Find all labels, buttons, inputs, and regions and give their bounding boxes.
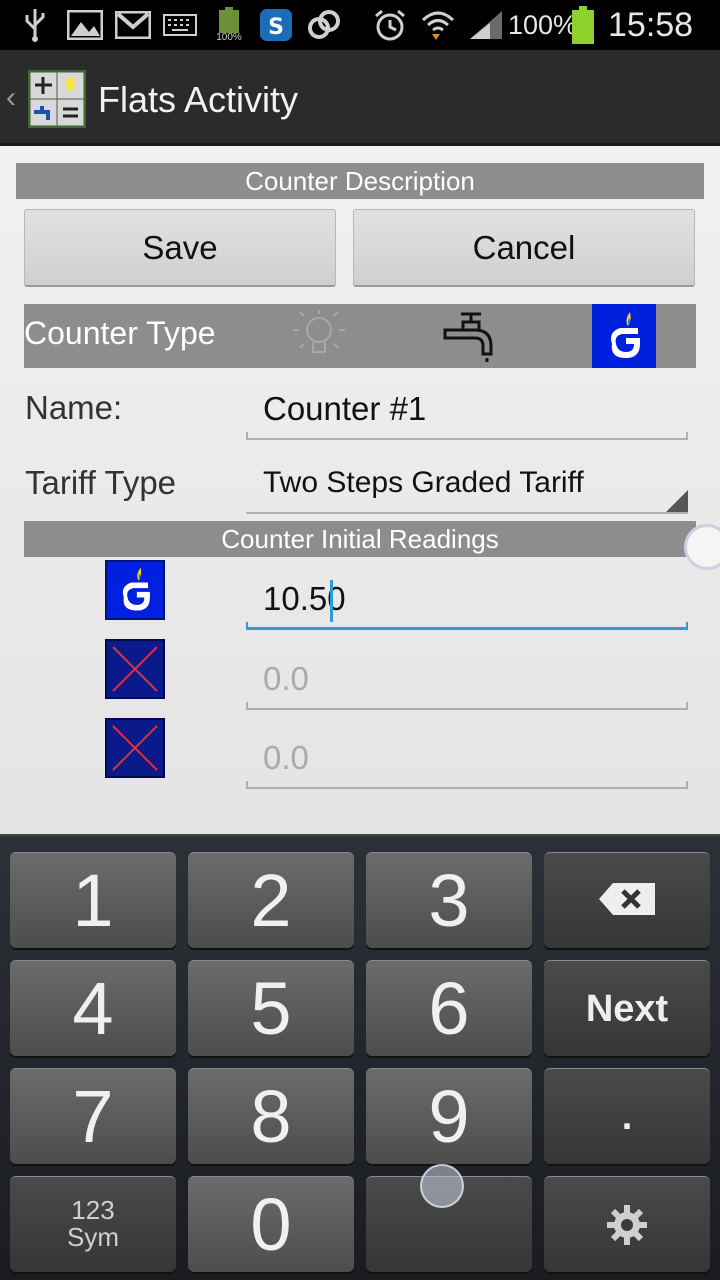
keyboard-icon — [162, 6, 198, 44]
name-underline-tick — [246, 432, 248, 440]
key-0-label: 0 — [250, 1183, 292, 1266]
wifi-icon — [420, 6, 456, 44]
reading-underline-tick — [246, 781, 248, 789]
battery-percent: 100% — [508, 10, 578, 40]
sym-key[interactable]: 123 Sym — [10, 1176, 176, 1272]
tariff-underline — [246, 512, 688, 514]
gas-icon[interactable] — [592, 304, 656, 368]
reading-hint-2[interactable]: 0.0 — [263, 660, 309, 698]
key-1-label: 1 — [72, 859, 114, 942]
reading-underline-tick — [686, 622, 688, 630]
numeric-keyboard: 1 2 3 4 5 6 Next 7 8 9 . 123 Sym 0 — [0, 834, 720, 1280]
disabled-x-icon — [105, 718, 165, 778]
key-4-label: 4 — [72, 967, 114, 1050]
clock: 15:58 — [608, 6, 694, 44]
key-6[interactable]: 6 — [366, 960, 532, 1056]
status-bar: 100% S 100% 15:58 — [0, 0, 720, 50]
image-icon — [66, 6, 104, 44]
back-icon[interactable]: ‹ — [6, 78, 24, 118]
key-2[interactable]: 2 — [188, 852, 354, 948]
tariff-type-value[interactable]: Two Steps Graded Tariff — [263, 466, 584, 500]
reading-underline-3 — [246, 787, 688, 789]
cancel-button[interactable]: Cancel — [353, 209, 695, 287]
key-7-label: 7 — [72, 1075, 114, 1158]
key-5[interactable]: 5 — [188, 960, 354, 1056]
svg-text:S: S — [268, 15, 284, 40]
screen-title: Flats Activity — [98, 79, 299, 120]
key-8[interactable]: 8 — [188, 1068, 354, 1164]
reading-underline-tick — [686, 702, 688, 710]
counter-description-header: Counter Description — [16, 163, 704, 199]
usb-icon — [20, 6, 50, 44]
key-0[interactable]: 0 — [188, 1176, 354, 1272]
app-logo-icon[interactable] — [28, 70, 86, 128]
key-8-label: 8 — [250, 1075, 292, 1158]
reading-input-1[interactable]: 10.50 — [246, 570, 688, 630]
reading-hint-3[interactable]: 0.0 — [263, 739, 309, 777]
skype-icon: S — [258, 6, 294, 44]
battery-full-icon — [570, 6, 596, 44]
key-3-label: 3 — [428, 859, 470, 942]
counter-type-bar: Counter Type — [24, 304, 696, 368]
gear-icon — [544, 1177, 710, 1252]
key-9[interactable]: 9 — [366, 1068, 532, 1164]
reading-value-1[interactable]: 10.50 — [263, 580, 346, 618]
counter-type-label: Counter Type — [24, 315, 216, 351]
name-underline — [246, 438, 688, 440]
gmail-icon — [114, 6, 152, 44]
signal-icon — [466, 6, 506, 44]
key-5-label: 5 — [250, 967, 292, 1050]
key-1[interactable]: 1 — [10, 852, 176, 948]
backspace-key[interactable] — [544, 852, 710, 948]
bulb-icon[interactable] — [284, 304, 354, 368]
scroll-handle[interactable] — [684, 524, 720, 570]
water-tap-icon[interactable] — [434, 304, 514, 368]
name-label: Name: — [25, 389, 123, 426]
reading-underline-tick — [686, 781, 688, 789]
key-7[interactable]: 7 — [10, 1068, 176, 1164]
next-key-label: Next — [585, 988, 669, 1030]
action-bar: ‹ Flats Activity — [0, 50, 720, 146]
backspace-icon — [544, 853, 710, 922]
reading-input-2[interactable]: 0.0 — [246, 650, 688, 710]
sync-icon — [306, 6, 342, 44]
tariff-type-select[interactable]: Two Steps Graded Tariff — [246, 458, 688, 514]
key-3[interactable]: 3 — [366, 852, 532, 948]
tariff-type-label: Tariff Type — [25, 464, 177, 501]
text-cursor — [330, 580, 333, 622]
touch-indicator — [420, 1164, 464, 1208]
alarm-icon — [372, 6, 408, 44]
reading-input-3[interactable]: 0.0 — [246, 729, 688, 789]
decimal-point-key[interactable]: . — [544, 1068, 710, 1164]
key-4[interactable]: 4 — [10, 960, 176, 1056]
disabled-x-icon — [105, 639, 165, 699]
reading-underline-1 — [246, 627, 688, 630]
decimal-point-label: . — [621, 1096, 633, 1138]
name-value[interactable]: Counter #1 — [263, 390, 426, 428]
next-key[interactable]: Next — [544, 960, 710, 1056]
sym-key-label: 123 Sym — [67, 1195, 119, 1252]
name-field[interactable]: Counter #1 — [246, 384, 688, 440]
name-underline-tick — [686, 432, 688, 440]
battery-icon: 100% — [212, 6, 246, 44]
gas-icon — [105, 560, 165, 620]
counter-initial-readings-header: Counter Initial Readings — [24, 521, 696, 557]
key-6-label: 6 — [428, 967, 470, 1050]
reading-underline-tick — [246, 622, 248, 630]
reading-underline-tick — [246, 702, 248, 710]
form-content: Counter Description Save Cancel Counter … — [0, 146, 720, 834]
save-button[interactable]: Save — [24, 209, 336, 287]
reading-underline-2 — [246, 708, 688, 710]
settings-key[interactable] — [544, 1176, 710, 1272]
key-2-label: 2 — [250, 859, 292, 942]
dropdown-arrow-icon[interactable] — [666, 490, 688, 512]
key-9-label: 9 — [428, 1075, 470, 1158]
